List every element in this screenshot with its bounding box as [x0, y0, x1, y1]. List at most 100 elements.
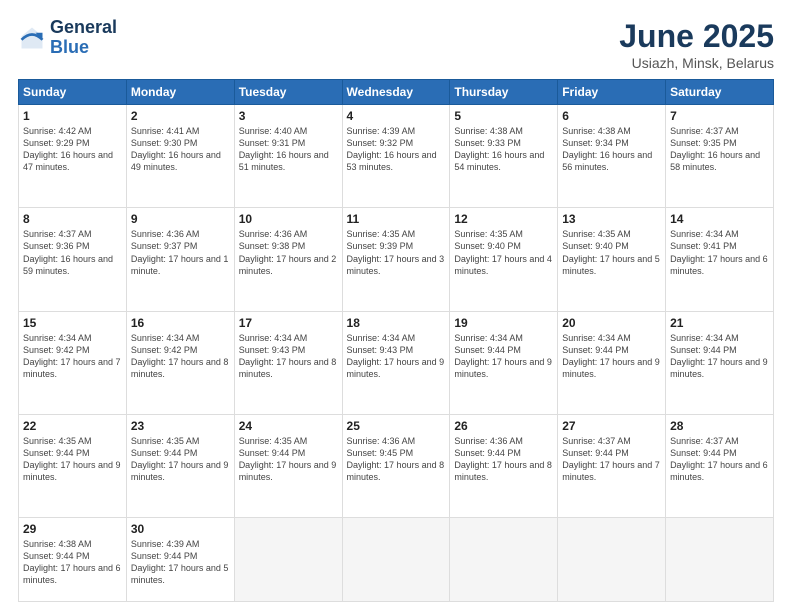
col-tuesday: Tuesday — [234, 80, 342, 105]
table-row — [450, 518, 558, 602]
day-number: 4 — [347, 109, 446, 123]
logo-icon — [18, 24, 46, 52]
table-row: 14 Sunrise: 4:34 AMSunset: 9:41 PMDaylig… — [666, 208, 774, 311]
day-number: 30 — [131, 522, 230, 536]
col-thursday: Thursday — [450, 80, 558, 105]
day-number: 21 — [670, 316, 769, 330]
table-row: 23 Sunrise: 4:35 AMSunset: 9:44 PMDaylig… — [126, 414, 234, 517]
day-info: Sunrise: 4:35 AMSunset: 9:44 PMDaylight:… — [131, 435, 230, 484]
day-number: 1 — [23, 109, 122, 123]
day-info: Sunrise: 4:38 AMSunset: 9:44 PMDaylight:… — [23, 538, 122, 587]
table-row: 22 Sunrise: 4:35 AMSunset: 9:44 PMDaylig… — [19, 414, 127, 517]
day-number: 12 — [454, 212, 553, 226]
day-info: Sunrise: 4:35 AMSunset: 9:44 PMDaylight:… — [23, 435, 122, 484]
day-number: 6 — [562, 109, 661, 123]
logo-text: General Blue — [50, 18, 117, 58]
logo-line1: General — [50, 18, 117, 38]
col-monday: Monday — [126, 80, 234, 105]
day-info: Sunrise: 4:41 AMSunset: 9:30 PMDaylight:… — [131, 125, 230, 174]
calendar-header-row: Sunday Monday Tuesday Wednesday Thursday… — [19, 80, 774, 105]
day-info: Sunrise: 4:36 AMSunset: 9:45 PMDaylight:… — [347, 435, 446, 484]
day-info: Sunrise: 4:34 AMSunset: 9:41 PMDaylight:… — [670, 228, 769, 277]
day-info: Sunrise: 4:37 AMSunset: 9:35 PMDaylight:… — [670, 125, 769, 174]
day-number: 27 — [562, 419, 661, 433]
logo: General Blue — [18, 18, 117, 58]
page: General Blue June 2025 Usiazh, Minsk, Be… — [0, 0, 792, 612]
day-number: 2 — [131, 109, 230, 123]
table-row: 29 Sunrise: 4:38 AMSunset: 9:44 PMDaylig… — [19, 518, 127, 602]
table-row: 25 Sunrise: 4:36 AMSunset: 9:45 PMDaylig… — [342, 414, 450, 517]
table-row: 12 Sunrise: 4:35 AMSunset: 9:40 PMDaylig… — [450, 208, 558, 311]
table-row: 15 Sunrise: 4:34 AMSunset: 9:42 PMDaylig… — [19, 311, 127, 414]
day-info: Sunrise: 4:37 AMSunset: 9:44 PMDaylight:… — [670, 435, 769, 484]
day-info: Sunrise: 4:35 AMSunset: 9:44 PMDaylight:… — [239, 435, 338, 484]
day-number: 16 — [131, 316, 230, 330]
table-row: 1 Sunrise: 4:42 AMSunset: 9:29 PMDayligh… — [19, 105, 127, 208]
table-row: 3 Sunrise: 4:40 AMSunset: 9:31 PMDayligh… — [234, 105, 342, 208]
table-row: 16 Sunrise: 4:34 AMSunset: 9:42 PMDaylig… — [126, 311, 234, 414]
day-info: Sunrise: 4:40 AMSunset: 9:31 PMDaylight:… — [239, 125, 338, 174]
table-row: 27 Sunrise: 4:37 AMSunset: 9:44 PMDaylig… — [558, 414, 666, 517]
day-number: 17 — [239, 316, 338, 330]
day-number: 19 — [454, 316, 553, 330]
day-info: Sunrise: 4:34 AMSunset: 9:44 PMDaylight:… — [670, 332, 769, 381]
subtitle: Usiazh, Minsk, Belarus — [619, 55, 774, 71]
day-info: Sunrise: 4:35 AMSunset: 9:40 PMDaylight:… — [454, 228, 553, 277]
table-row: 20 Sunrise: 4:34 AMSunset: 9:44 PMDaylig… — [558, 311, 666, 414]
day-number: 18 — [347, 316, 446, 330]
day-number: 29 — [23, 522, 122, 536]
col-wednesday: Wednesday — [342, 80, 450, 105]
day-info: Sunrise: 4:37 AMSunset: 9:36 PMDaylight:… — [23, 228, 122, 277]
day-number: 25 — [347, 419, 446, 433]
table-row: 2 Sunrise: 4:41 AMSunset: 9:30 PMDayligh… — [126, 105, 234, 208]
day-number: 20 — [562, 316, 661, 330]
day-number: 8 — [23, 212, 122, 226]
day-info: Sunrise: 4:35 AMSunset: 9:40 PMDaylight:… — [562, 228, 661, 277]
table-row — [558, 518, 666, 602]
col-friday: Friday — [558, 80, 666, 105]
day-info: Sunrise: 4:34 AMSunset: 9:43 PMDaylight:… — [347, 332, 446, 381]
day-info: Sunrise: 4:36 AMSunset: 9:44 PMDaylight:… — [454, 435, 553, 484]
table-row: 17 Sunrise: 4:34 AMSunset: 9:43 PMDaylig… — [234, 311, 342, 414]
table-row — [666, 518, 774, 602]
day-info: Sunrise: 4:36 AMSunset: 9:37 PMDaylight:… — [131, 228, 230, 277]
col-saturday: Saturday — [666, 80, 774, 105]
day-number: 24 — [239, 419, 338, 433]
header: General Blue June 2025 Usiazh, Minsk, Be… — [18, 18, 774, 71]
day-info: Sunrise: 4:36 AMSunset: 9:38 PMDaylight:… — [239, 228, 338, 277]
table-row: 10 Sunrise: 4:36 AMSunset: 9:38 PMDaylig… — [234, 208, 342, 311]
day-number: 13 — [562, 212, 661, 226]
logo-line2: Blue — [50, 38, 117, 58]
day-number: 14 — [670, 212, 769, 226]
table-row: 6 Sunrise: 4:38 AMSunset: 9:34 PMDayligh… — [558, 105, 666, 208]
day-info: Sunrise: 4:34 AMSunset: 9:42 PMDaylight:… — [23, 332, 122, 381]
day-number: 7 — [670, 109, 769, 123]
table-row: 13 Sunrise: 4:35 AMSunset: 9:40 PMDaylig… — [558, 208, 666, 311]
day-info: Sunrise: 4:38 AMSunset: 9:34 PMDaylight:… — [562, 125, 661, 174]
table-row: 30 Sunrise: 4:39 AMSunset: 9:44 PMDaylig… — [126, 518, 234, 602]
title-block: June 2025 Usiazh, Minsk, Belarus — [619, 18, 774, 71]
table-row: 24 Sunrise: 4:35 AMSunset: 9:44 PMDaylig… — [234, 414, 342, 517]
table-row: 7 Sunrise: 4:37 AMSunset: 9:35 PMDayligh… — [666, 105, 774, 208]
table-row: 28 Sunrise: 4:37 AMSunset: 9:44 PMDaylig… — [666, 414, 774, 517]
day-number: 10 — [239, 212, 338, 226]
table-row — [234, 518, 342, 602]
day-info: Sunrise: 4:34 AMSunset: 9:44 PMDaylight:… — [562, 332, 661, 381]
day-info: Sunrise: 4:39 AMSunset: 9:32 PMDaylight:… — [347, 125, 446, 174]
day-info: Sunrise: 4:34 AMSunset: 9:43 PMDaylight:… — [239, 332, 338, 381]
day-number: 28 — [670, 419, 769, 433]
day-info: Sunrise: 4:38 AMSunset: 9:33 PMDaylight:… — [454, 125, 553, 174]
table-row — [342, 518, 450, 602]
table-row: 18 Sunrise: 4:34 AMSunset: 9:43 PMDaylig… — [342, 311, 450, 414]
table-row: 4 Sunrise: 4:39 AMSunset: 9:32 PMDayligh… — [342, 105, 450, 208]
col-sunday: Sunday — [19, 80, 127, 105]
calendar-table: Sunday Monday Tuesday Wednesday Thursday… — [18, 79, 774, 602]
day-info: Sunrise: 4:34 AMSunset: 9:42 PMDaylight:… — [131, 332, 230, 381]
day-number: 26 — [454, 419, 553, 433]
day-info: Sunrise: 4:37 AMSunset: 9:44 PMDaylight:… — [562, 435, 661, 484]
day-number: 5 — [454, 109, 553, 123]
day-info: Sunrise: 4:42 AMSunset: 9:29 PMDaylight:… — [23, 125, 122, 174]
table-row: 9 Sunrise: 4:36 AMSunset: 9:37 PMDayligh… — [126, 208, 234, 311]
day-info: Sunrise: 4:34 AMSunset: 9:44 PMDaylight:… — [454, 332, 553, 381]
day-number: 22 — [23, 419, 122, 433]
